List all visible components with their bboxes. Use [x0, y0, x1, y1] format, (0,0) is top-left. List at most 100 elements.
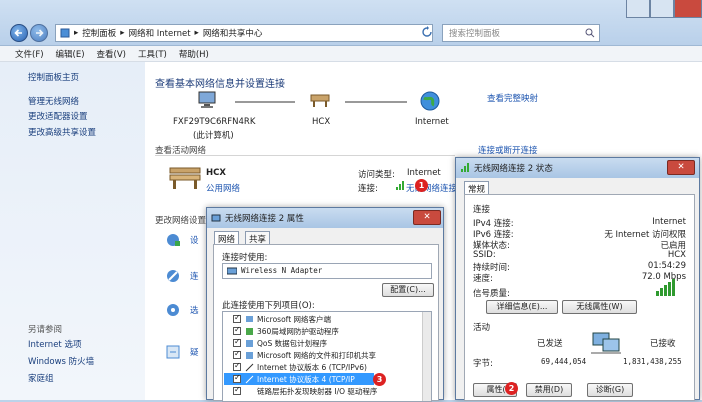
see-also-homegroup[interactable]: 家庭组	[28, 372, 54, 384]
sidebar-advanced-sharing[interactable]: 更改高级共享设置	[28, 126, 96, 138]
forward-button[interactable]	[30, 24, 48, 42]
step-badge-2: 2	[505, 382, 518, 395]
item-label[interactable]: QoS 数据包计划程序	[257, 338, 327, 349]
status-panel: 连接 IPv4 连接: Internet IPv6 连接: 无 Internet…	[464, 194, 695, 401]
items-scrollbar[interactable]	[422, 312, 431, 401]
search-box[interactable]: 搜索控制面板	[442, 24, 600, 42]
item-checkbox[interactable]	[233, 361, 241, 371]
breadcrumb-sharing-center[interactable]: 网络和共享中心	[203, 27, 263, 39]
status-dialog: 无线网络连接 2 状态 ✕ 常规 连接 IPv4 连接: Internet IP…	[455, 157, 700, 401]
settings-item-3[interactable]: 选	[190, 304, 199, 316]
see-also-internet-options[interactable]: Internet 选项	[28, 338, 81, 350]
menu-tools[interactable]: 工具(T)	[138, 48, 167, 60]
step-badge-1: 1	[415, 179, 428, 192]
settings-item-icon[interactable]	[165, 232, 181, 248]
item-label-selected[interactable]: Internet 协议版本 4 (TCP/IP	[257, 374, 355, 385]
step-badge-3: 3	[373, 373, 386, 386]
sidebar-adapter-settings[interactable]: 更改适配器设置	[28, 110, 88, 122]
item-label[interactable]: Microsoft 网络的文件和打印机共享	[257, 350, 376, 361]
properties-dialog: 无线网络连接 2 属性 ✕ 网络 共享 连接时使用: Wireless N Ad…	[206, 207, 444, 402]
bench-icon	[169, 167, 201, 189]
sidebar-home-link[interactable]: 控制面板主页	[28, 71, 79, 83]
properties-panel: 连接时使用: Wireless N Adapter 配置(C)... 此连接使用…	[213, 244, 439, 402]
see-also-firewall[interactable]: Windows 防火墙	[28, 355, 94, 367]
activity-label: 活动	[473, 323, 491, 333]
wireless-properties-button[interactable]: 无线属性(W)	[562, 300, 637, 314]
settings-item-2[interactable]: 连	[190, 270, 199, 282]
signal-quality-label: 信号质量:	[473, 289, 510, 299]
address-bar[interactable]: ▸ 控制面板 ▸ 网络和 Internet ▸ 网络和共享中心	[55, 24, 433, 42]
settings-item-1[interactable]: 设	[190, 234, 199, 246]
bytes-sent-value: 69,444,054	[541, 357, 587, 366]
settings-item-icon[interactable]	[165, 344, 181, 360]
bytes-received-value: 1,831,438,255	[623, 357, 682, 366]
title-bar: ▸ 控制面板 ▸ 网络和 Internet ▸ 网络和共享中心 搜索控制面板	[0, 0, 702, 46]
adapter-field: Wireless N Adapter	[222, 263, 432, 279]
wireless-signal-icon	[461, 163, 469, 172]
item-checkbox[interactable]	[233, 313, 241, 323]
maximize-button[interactable]	[650, 0, 674, 18]
minimize-button[interactable]	[626, 0, 650, 18]
internet-node-name: Internet	[415, 117, 449, 127]
item-checkbox[interactable]	[233, 385, 241, 395]
sidebar-manage-wireless[interactable]: 管理无线网络	[28, 95, 79, 107]
see-also-label: 另请参阅	[28, 325, 63, 335]
forward-arrow-icon	[36, 29, 44, 37]
ipv4-value: Internet	[652, 217, 686, 227]
link-line	[345, 101, 407, 103]
item-checkbox[interactable]	[233, 349, 241, 359]
disable-button[interactable]: 禁用(D)	[526, 383, 572, 397]
back-button[interactable]	[10, 24, 28, 42]
sent-label: 已发送	[537, 339, 563, 349]
properties-close-button[interactable]: ✕	[413, 210, 441, 225]
connect-using-label: 连接时使用:	[222, 253, 268, 263]
menu-file[interactable]: 文件(F)	[15, 48, 44, 60]
search-icon	[585, 28, 595, 38]
diagnose-button[interactable]: 诊断(G)	[587, 383, 633, 397]
connect-disconnect-link[interactable]: 连接或断开连接	[478, 144, 538, 156]
divider	[155, 155, 455, 156]
breadcrumb-control-panel[interactable]: 控制面板	[82, 27, 116, 39]
item-checkbox[interactable]	[233, 325, 241, 335]
menu-help[interactable]: 帮助(H)	[179, 48, 209, 60]
status-close-button[interactable]: ✕	[667, 160, 695, 175]
settings-item-icon[interactable]	[165, 302, 181, 318]
refresh-icon[interactable]	[422, 26, 432, 38]
item-checkbox[interactable]	[233, 337, 241, 347]
computer-icon	[198, 91, 216, 108]
bytes-label: 字节:	[473, 359, 493, 369]
view-full-map-link[interactable]: 查看完整映射	[487, 92, 538, 104]
item-label[interactable]: Internet 协议版本 6 (TCP/IPv6)	[257, 362, 367, 373]
details-button[interactable]: 详细信息(E)...	[486, 300, 558, 314]
properties-title-bar: 无线网络连接 2 属性	[207, 208, 443, 228]
ssid-value: HCX	[667, 250, 686, 260]
menu-edit[interactable]: 编辑(E)	[56, 48, 85, 60]
connection-group-label: 连接	[473, 205, 491, 215]
close-button[interactable]	[674, 0, 702, 18]
sidebar: 控制面板主页 管理无线网络 更改适配器设置 更改高级共享设置 另请参阅 Inte…	[0, 62, 145, 400]
breadcrumb-network-internet[interactable]: 网络和 Internet	[129, 27, 191, 39]
qos-icon	[246, 340, 253, 347]
network-type-link[interactable]: 公用网络	[206, 182, 240, 194]
speed-label: 速度:	[473, 274, 493, 284]
page-title: 查看基本网络信息并设置连接	[155, 79, 285, 90]
settings-item-4[interactable]: 疑	[190, 346, 199, 358]
item-label[interactable]: 360局域网防护驱动程序	[257, 326, 339, 337]
file-share-icon	[246, 352, 253, 359]
item-label[interactable]: Microsoft 网络客户端	[257, 314, 331, 325]
item-checkbox[interactable]	[233, 373, 241, 383]
network-activity-icon	[591, 332, 621, 354]
settings-item-icon[interactable]	[165, 268, 181, 284]
ssid-label: SSID:	[473, 250, 496, 260]
configure-button[interactable]: 配置(C)...	[382, 283, 434, 297]
connections-label: 连接:	[358, 184, 378, 194]
address-separator: ▸	[120, 28, 125, 38]
wireless-connection-link[interactable]: 无线网络连接	[406, 182, 457, 194]
menu-bar: 文件(F) 编辑(E) 查看(V) 工具(T) 帮助(H)	[0, 46, 702, 62]
item-label[interactable]: 链路层拓扑发现映射器 I/O 驱动程序	[257, 386, 377, 397]
received-label: 已接收	[650, 339, 676, 349]
computer-sub: (此计算机)	[193, 131, 234, 141]
menu-view[interactable]: 查看(V)	[97, 48, 126, 60]
change-settings-label: 更改网络设置	[155, 216, 207, 226]
bench-network-icon	[310, 94, 330, 107]
